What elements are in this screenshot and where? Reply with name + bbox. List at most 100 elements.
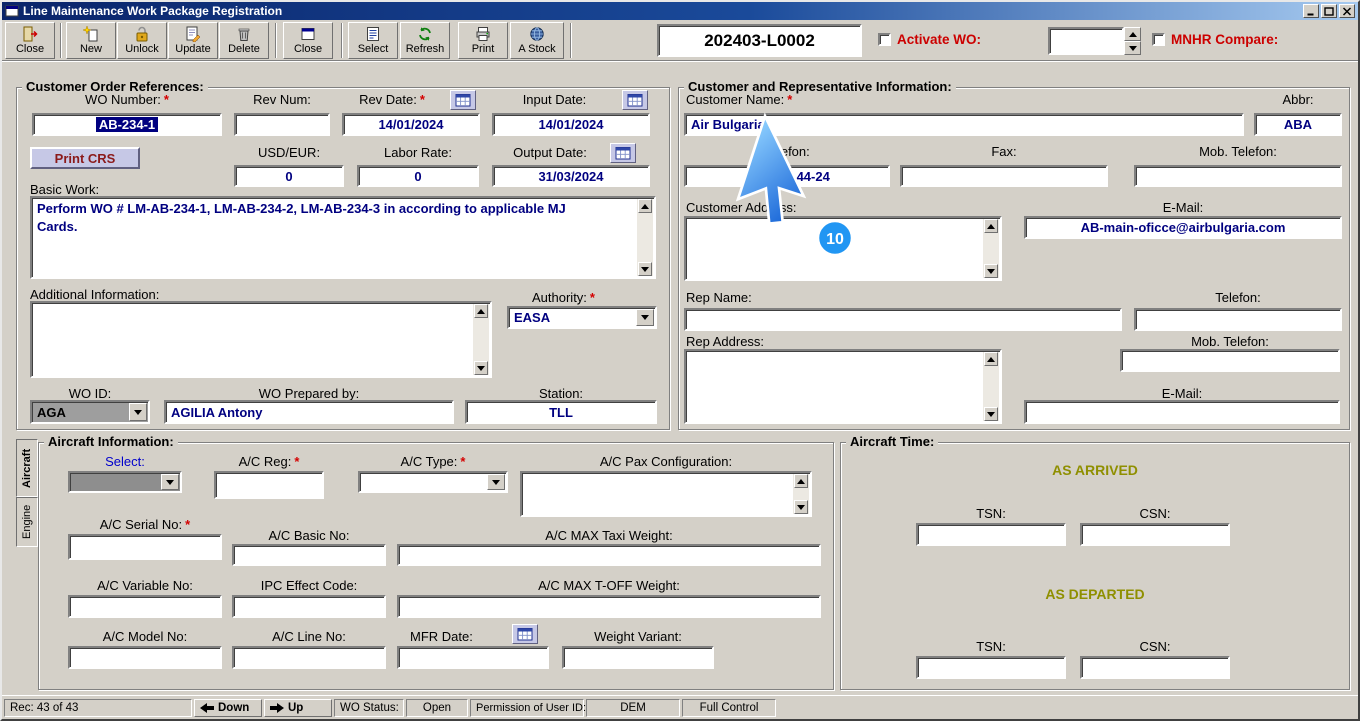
rep-email-field[interactable] [1024, 400, 1340, 424]
arrived-tsn-field[interactable] [916, 523, 1066, 546]
scroll-up-button[interactable] [984, 219, 998, 233]
input-date-field[interactable]: 14/01/2024 [492, 113, 650, 136]
minimize-button[interactable] [1303, 4, 1319, 18]
dropdown-button[interactable] [161, 474, 179, 490]
email-label: E-Mail: [1162, 200, 1204, 215]
rev-num-field[interactable] [234, 113, 330, 136]
fax-field[interactable] [900, 165, 1108, 187]
ac-model-no-field[interactable] [68, 646, 222, 669]
triangle-up-icon [987, 356, 995, 362]
dropdown-button[interactable] [636, 309, 654, 326]
ac-reg-field[interactable] [214, 471, 324, 499]
dropdown-button[interactable] [129, 403, 147, 421]
email-field[interactable]: AB-main-oficce@airbulgaria.com [1024, 216, 1342, 239]
ac-basic-no-field[interactable] [232, 544, 386, 566]
rev-date-field[interactable]: 14/01/2024 [342, 113, 480, 136]
departed-tsn-field[interactable] [916, 656, 1066, 679]
close-window-button[interactable] [1339, 4, 1355, 18]
output-date-calendar-button[interactable] [610, 143, 636, 163]
station-label: Station: [538, 386, 584, 401]
weight-variant-field[interactable] [562, 646, 714, 669]
activate-wo-checkbox[interactable] [878, 33, 891, 46]
wo-prepared-by-field[interactable]: AGILIA Antony [164, 400, 454, 424]
wo-prepared-by-label: WO Prepared by: [258, 386, 360, 401]
spinner-down-button[interactable] [1124, 41, 1141, 55]
ac-type-dropdown[interactable] [358, 471, 508, 493]
mob-telefon-field[interactable] [1134, 165, 1342, 187]
customer-name-field[interactable]: Air Bulgaria [684, 113, 1244, 136]
spinner-up-button[interactable] [1124, 27, 1141, 41]
tab-engine[interactable]: Engine [16, 497, 38, 547]
triangle-down-icon [987, 268, 995, 274]
telefon-label: Telefon: [764, 144, 810, 159]
titlebar: Line Maintenance Work Package Registrati… [2, 2, 1358, 20]
close-icon [1342, 6, 1352, 16]
toolbar-close2-button[interactable]: Close [283, 22, 333, 59]
rep-address-scrollbar[interactable] [983, 352, 999, 421]
scroll-down-button[interactable] [984, 407, 998, 421]
labor-rate-field[interactable]: 0 [357, 165, 479, 187]
pax-config-textarea[interactable] [520, 471, 812, 517]
wo-id-dropdown[interactable]: AGA [30, 400, 150, 424]
arrived-csn-field[interactable] [1080, 523, 1230, 546]
scroll-up-button[interactable] [984, 352, 998, 366]
abbr-field[interactable]: ABA [1254, 113, 1342, 136]
toolbar-refresh-button[interactable]: Refresh [400, 22, 450, 59]
scroll-down-button[interactable] [794, 500, 808, 514]
arrow-right-icon [270, 703, 284, 713]
ac-variable-no-field[interactable] [68, 595, 222, 618]
rep-telefon-field[interactable] [1134, 308, 1342, 331]
mfr-date-calendar-button[interactable] [512, 624, 538, 644]
toolbar-astock-button[interactable]: A Stock [510, 22, 564, 59]
mnhr-value-input[interactable] [1048, 27, 1124, 55]
telefon-field[interactable]: +3-3445-44-24 [684, 165, 890, 187]
pax-config-scrollbar[interactable] [793, 474, 809, 514]
basic-work-scrollbar[interactable] [637, 199, 653, 276]
station-field[interactable]: TLL [465, 400, 657, 424]
output-date-field[interactable]: 31/03/2024 [492, 165, 650, 187]
basic-work-textarea[interactable]: Perform WO # LM-AB-234-1, LM-AB-234-2, L… [30, 196, 656, 279]
labor-rate-label: Labor Rate: [384, 145, 452, 160]
max-toff-field[interactable] [397, 595, 821, 618]
toolbar-delete-button[interactable]: Delete [219, 22, 269, 59]
rev-date-calendar-button[interactable] [450, 90, 476, 110]
mfr-date-field[interactable] [397, 646, 549, 669]
usd-eur-field[interactable]: 0 [234, 165, 344, 187]
scroll-down-button[interactable] [984, 264, 998, 278]
toolbar-update-button[interactable]: Update [168, 22, 218, 59]
down-button[interactable]: Down [194, 699, 262, 717]
scroll-up-button[interactable] [794, 474, 808, 488]
departed-csn-field[interactable] [1080, 656, 1230, 679]
scroll-up-button[interactable] [474, 304, 488, 318]
tab-aircraft[interactable]: Aircraft [16, 439, 38, 497]
maximize-button[interactable] [1321, 4, 1337, 18]
toolbar-new-button[interactable]: New [66, 22, 116, 59]
additional-info-textarea[interactable] [30, 301, 492, 378]
ac-serial-field[interactable] [68, 534, 222, 560]
rep-address-textarea[interactable] [684, 349, 1002, 424]
package-number-field[interactable]: 202403-L0002 [657, 24, 862, 57]
customer-address-scrollbar[interactable] [983, 219, 999, 278]
toolbar-print-button[interactable]: Print [458, 22, 508, 59]
up-button[interactable]: Up [264, 699, 332, 717]
ac-line-no-field[interactable] [232, 646, 386, 669]
wo-number-field[interactable]: AB-234-1 [32, 113, 222, 136]
toolbar-unlock-button[interactable]: Unlock [117, 22, 167, 59]
print-crs-button[interactable]: Print CRS [30, 147, 140, 169]
scroll-down-button[interactable] [474, 361, 488, 375]
input-date-calendar-button[interactable] [622, 90, 648, 110]
rep-name-field[interactable] [684, 308, 1122, 331]
toolbar-select-button[interactable]: Select [348, 22, 398, 59]
rep-mob-telefon-field[interactable] [1120, 349, 1340, 372]
toolbar-close-button[interactable]: Close [5, 22, 55, 59]
aircraft-select-dropdown[interactable] [68, 471, 182, 493]
dropdown-button[interactable] [487, 474, 505, 490]
customer-address-textarea[interactable] [684, 216, 1002, 281]
ipc-effect-code-field[interactable] [232, 595, 386, 618]
scroll-up-button[interactable] [638, 199, 652, 213]
scroll-down-button[interactable] [638, 262, 652, 276]
max-taxi-field[interactable] [397, 544, 821, 566]
additional-info-scrollbar[interactable] [473, 304, 489, 375]
mnhr-compare-checkbox[interactable] [1152, 33, 1165, 46]
authority-dropdown[interactable]: EASA [507, 306, 657, 329]
